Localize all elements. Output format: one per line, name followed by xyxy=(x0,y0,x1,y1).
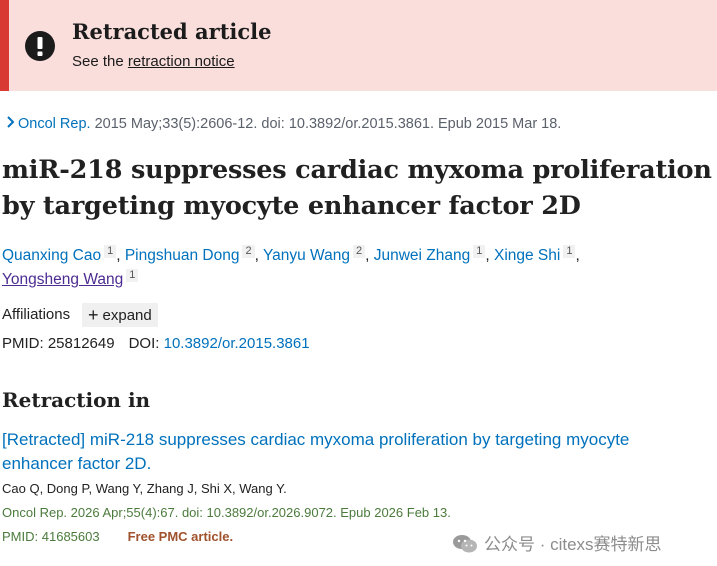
affiliations-label: Affiliations xyxy=(2,306,71,323)
article-title: miR-218 suppresses cardiac myxoma prolif… xyxy=(2,155,712,221)
author-link[interactable]: Yanyu Wang xyxy=(263,247,350,264)
retraction-pmid-label: PMID: xyxy=(2,529,39,544)
retraction-ids: PMID: 41685603 Free PMC article. xyxy=(2,529,233,544)
affiliation-ref[interactable]: 1 xyxy=(563,245,576,258)
retraction-citation: Oncol Rep. 2026 Apr;55(4):67. doi: 10.38… xyxy=(2,505,451,520)
chevron-right-icon xyxy=(7,116,15,128)
banner-text-prefix: See the xyxy=(72,53,128,70)
retraction-pmid: 41685603 xyxy=(41,529,100,544)
wechat-icon xyxy=(453,535,477,553)
expand-affiliations-button[interactable]: + expand xyxy=(82,303,158,327)
plus-icon: + xyxy=(88,305,99,325)
free-pmc-badge: Free PMC article. xyxy=(127,529,234,544)
author-link[interactable]: Quanxing Cao xyxy=(2,247,101,264)
author-link[interactable]: Pingshuan Dong xyxy=(125,247,240,264)
banner-text: See the retraction notice xyxy=(72,53,235,70)
exclamation-circle-icon xyxy=(25,31,55,61)
affiliation-ref[interactable]: 1 xyxy=(473,245,486,258)
doi-link[interactable]: 10.3892/or.2015.3861 xyxy=(164,335,310,352)
doi-label: DOI: xyxy=(128,335,160,352)
journal-link[interactable]: Oncol Rep. xyxy=(18,116,91,132)
citation-line: Oncol Rep. 2015 May;33(5):2606-12. doi: … xyxy=(4,115,561,132)
affiliation-ref[interactable]: 2 xyxy=(242,245,255,258)
author-link[interactable]: Yongsheng Wang xyxy=(2,271,123,288)
pmid-value: 25812649 xyxy=(47,335,115,352)
watermark: 公众号 · citexs赛特新思 xyxy=(452,530,662,555)
affiliation-ref[interactable]: 1 xyxy=(126,269,139,282)
retraction-authors: Cao Q, Dong P, Wang Y, Zhang J, Shi X, W… xyxy=(2,481,287,496)
expand-label: expand xyxy=(102,307,152,324)
author-link[interactable]: Junwei Zhang xyxy=(374,247,471,264)
retraction-heading: Retraction in xyxy=(2,388,151,412)
retraction-title-link[interactable]: [Retracted] miR-218 suppresses cardiac m… xyxy=(2,428,702,476)
author-link[interactable]: Xinge Shi xyxy=(494,247,560,264)
retraction-notice-link[interactable]: retraction notice xyxy=(128,53,235,70)
retracted-banner: Retracted article See the retraction not… xyxy=(0,0,717,91)
pmid-label: PMID: xyxy=(2,335,44,352)
author-list: Quanxing Cao 1, Pingshuan Dong 2, Yanyu Wa… xyxy=(2,245,580,288)
citation-details: 2015 May;33(5):2606-12. doi: 10.3892/or.… xyxy=(90,116,562,132)
affiliation-ref[interactable]: 1 xyxy=(104,245,117,258)
article-ids: PMID: 25812649 DOI: 10.3892/or.2015.3861 xyxy=(2,335,310,352)
banner-title: Retracted article xyxy=(72,19,272,44)
affiliation-ref[interactable]: 2 xyxy=(352,245,366,258)
watermark-text: 公众号 · citexs赛特新思 xyxy=(484,535,662,554)
